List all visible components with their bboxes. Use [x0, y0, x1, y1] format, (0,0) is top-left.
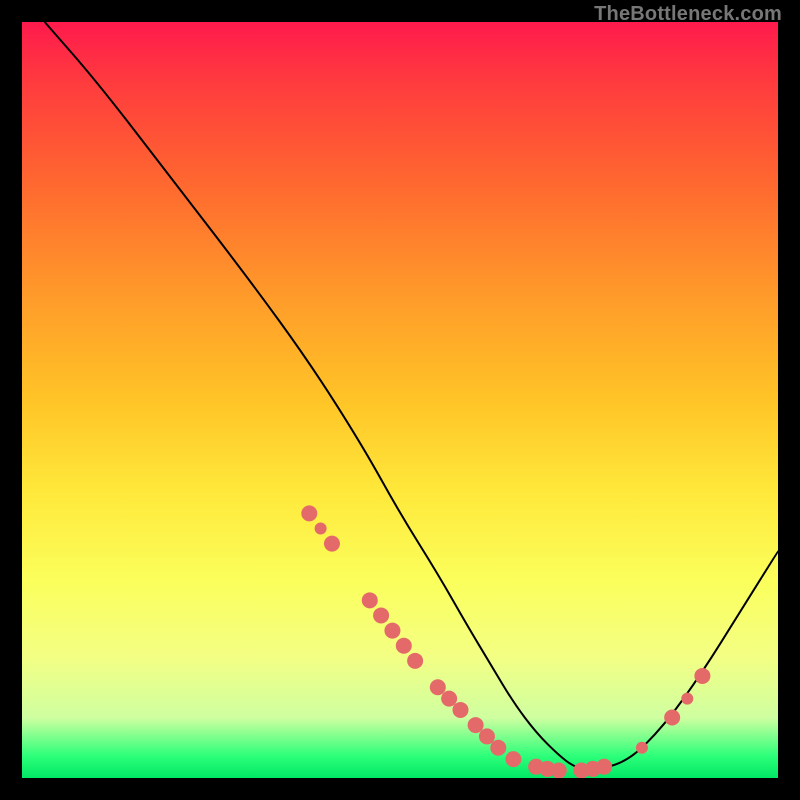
- data-marker: [362, 592, 378, 608]
- data-marker: [396, 638, 412, 654]
- data-marker: [468, 717, 484, 733]
- data-marker: [373, 607, 389, 623]
- data-marker: [596, 759, 612, 775]
- chart-frame: [22, 22, 778, 778]
- data-marker: [301, 505, 317, 521]
- data-marker: [664, 710, 680, 726]
- marker-group: [301, 505, 710, 778]
- data-marker: [505, 751, 521, 767]
- data-marker: [407, 653, 423, 669]
- data-marker: [694, 668, 710, 684]
- watermark-text: TheBottleneck.com: [594, 3, 782, 26]
- data-marker: [441, 691, 457, 707]
- data-marker: [681, 693, 693, 705]
- data-marker: [315, 523, 327, 535]
- data-marker: [636, 742, 648, 754]
- data-marker: [551, 762, 567, 778]
- data-marker: [430, 679, 446, 695]
- data-marker: [384, 623, 400, 639]
- data-marker: [490, 740, 506, 756]
- chart-svg: [22, 22, 778, 778]
- data-marker: [479, 728, 495, 744]
- data-marker: [324, 536, 340, 552]
- data-marker: [452, 702, 468, 718]
